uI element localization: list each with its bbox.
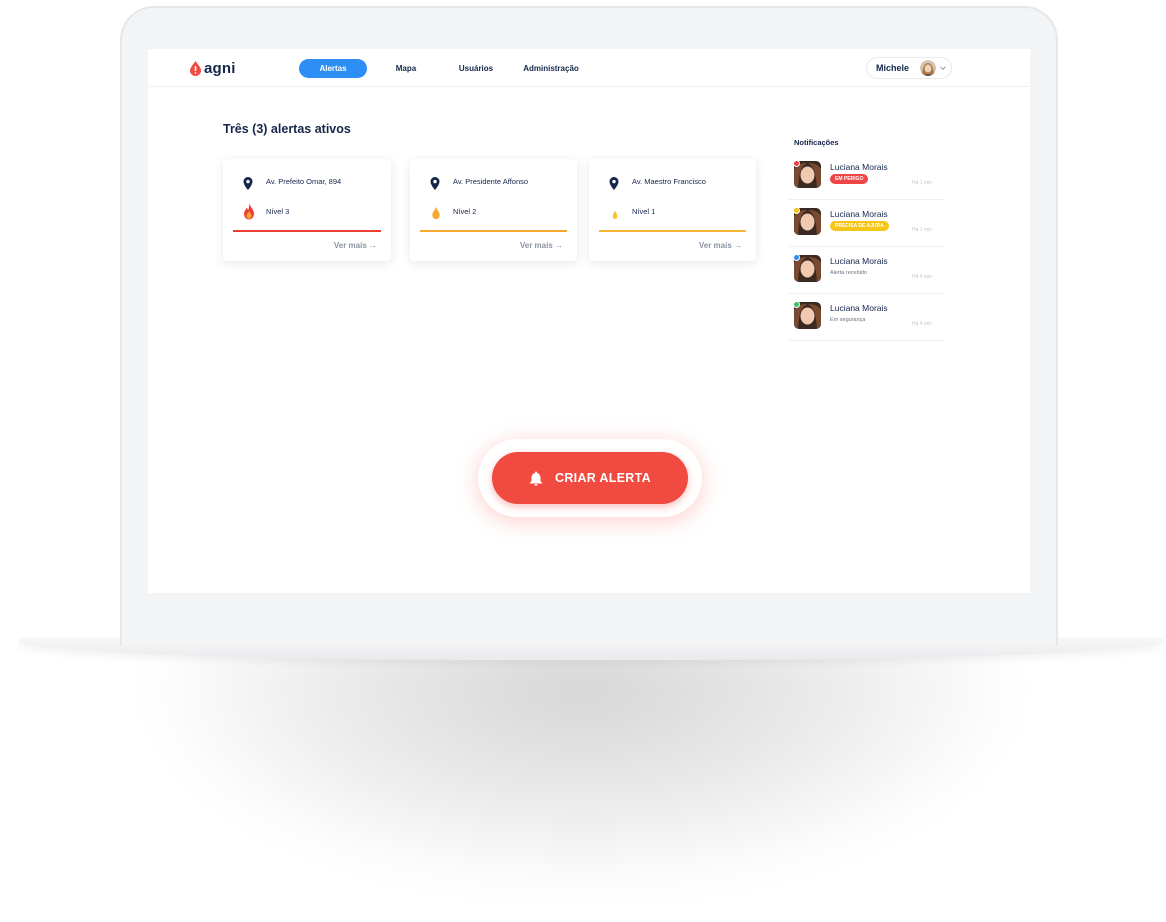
notification-user-name: Luciana Morais [830, 162, 888, 172]
user-name: Michele [876, 63, 910, 73]
notification-status: Alerta recebido [830, 270, 867, 276]
alert-card[interactable]: Av. Maestro Francisco Nível 1 Ver mais → [589, 159, 756, 261]
alert-address: Av. Presidente Affonso [453, 177, 529, 186]
notification-item[interactable]: Luciana Morais PRECISA DE AJUDA Há 1 min [788, 200, 944, 247]
app-logo[interactable]: agni [190, 58, 236, 78]
nav-tab-administracao[interactable]: Administração [515, 59, 587, 78]
alert-level: Nível 3 [266, 207, 290, 216]
nav-tab-mapa[interactable]: Mapa [386, 59, 426, 78]
alert-level-bar [420, 230, 567, 232]
flame-icon [612, 210, 618, 220]
nav-tab-alertas[interactable]: Alertas [299, 59, 367, 78]
notification-time: Há 1 min [912, 227, 933, 233]
location-pin-icon [430, 177, 440, 190]
status-badge: EM PERIGO [830, 174, 869, 184]
alert-address: Av. Maestro Francisco [632, 177, 706, 186]
flame-icon [432, 206, 440, 220]
page-title: Três (3) alertas ativos [223, 122, 351, 136]
create-alert-label: CRIAR ALERTA [555, 471, 651, 485]
alert-level-bar [233, 230, 381, 232]
notification-user-name: Luciana Morais [830, 209, 888, 219]
bell-icon [530, 471, 543, 486]
alert-card[interactable]: Av. Presidente Affonso Nível 2 Ver mais … [410, 159, 577, 261]
location-pin-icon [243, 177, 253, 190]
notifications-title: Notificações [794, 138, 839, 147]
user-menu[interactable]: Michele [866, 57, 952, 79]
notification-item[interactable]: Luciana Morais EM PERIGO Há 1 min [788, 153, 944, 200]
alert-address: Av. Prefeito Omar, 894 [266, 177, 342, 186]
notification-time: Há 4 min [912, 321, 933, 327]
notification-time: Há 4 min [912, 274, 933, 280]
alert-level: Nível 1 [632, 207, 656, 216]
see-more-link[interactable]: Ver mais → [699, 241, 742, 250]
location-pin-icon [609, 177, 619, 190]
create-alert-button[interactable]: CRIAR ALERTA [492, 452, 688, 504]
alert-level: Nível 2 [453, 207, 477, 216]
chevron-down-icon[interactable] [938, 63, 948, 73]
app-screen: agni Alertas Mapa Usuários Administração… [148, 49, 1030, 593]
status-dot [793, 160, 800, 167]
see-more-link[interactable]: Ver mais → [520, 241, 563, 250]
status-dot [793, 207, 800, 214]
nav-tab-usuarios[interactable]: Usuários [451, 59, 501, 78]
laptop-shadow [150, 640, 1016, 890]
notification-user-name: Luciana Morais [830, 303, 888, 313]
alert-card[interactable]: Av. Prefeito Omar, 894 Nível 3 Ver mais … [223, 159, 391, 261]
alert-level-bar [599, 230, 746, 232]
see-more-link[interactable]: Ver mais → [334, 241, 377, 250]
notification-item[interactable]: Luciana Morais Alerta recebido Há 4 min [788, 247, 944, 294]
notification-time: Há 1 min [912, 180, 933, 186]
avatar [920, 60, 936, 76]
notification-status: Em segurança [830, 317, 866, 323]
app-name: agni [204, 59, 236, 77]
top-navigation-bar: agni Alertas Mapa Usuários Administração… [148, 49, 1030, 87]
status-dot [793, 254, 800, 261]
status-badge: PRECISA DE AJUDA [830, 221, 889, 231]
notification-item[interactable]: Luciana Morais Em segurança Há 4 min [788, 294, 944, 341]
drop-alert-icon [190, 60, 201, 76]
notification-user-name: Luciana Morais [830, 256, 888, 266]
flame-icon [244, 203, 254, 220]
status-dot [793, 301, 800, 308]
